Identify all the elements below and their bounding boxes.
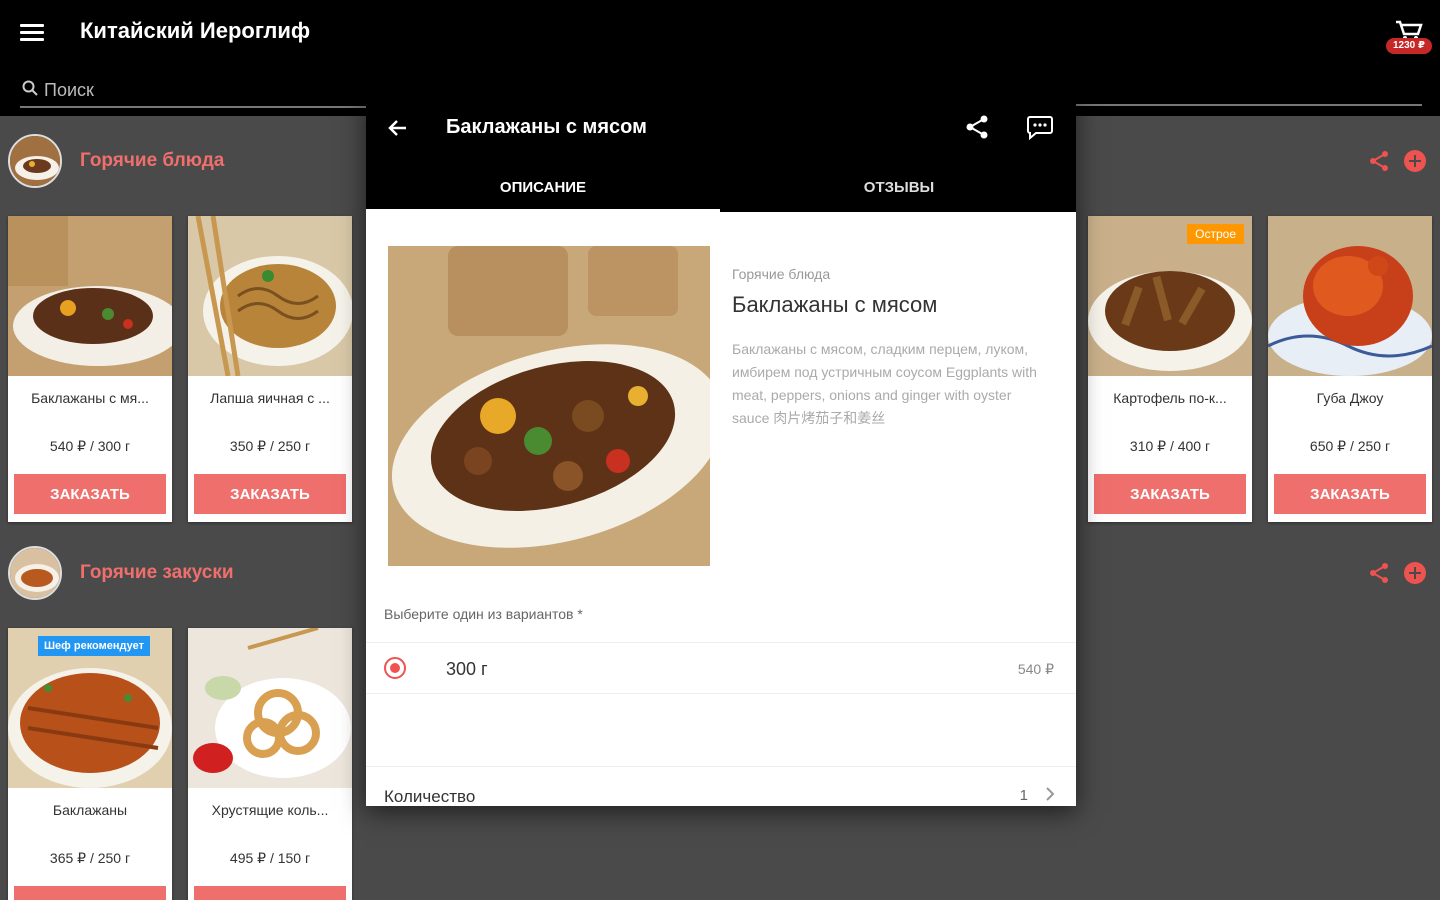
quantity-label: Количество (384, 787, 476, 806)
product-image (188, 216, 352, 376)
product-name: Лапша яичная с ... (210, 390, 330, 406)
variant-weight: 300 г (446, 659, 488, 679)
product-name: Баклажаны с мя... (31, 390, 149, 406)
variant-price: 540 ₽ (1017, 661, 1054, 677)
chef-recommends-badge: Шеф рекомендует (38, 636, 150, 656)
tab-reviews[interactable]: ОТЗЫВЫ (722, 168, 1076, 212)
product-price: 650 ₽ / 250 г (1309, 438, 1391, 454)
product-name: Хрустящие коль... (211, 802, 329, 818)
variant-label: Выберите один из вариантов * (384, 606, 583, 622)
cart-button[interactable]: 1230 ₽ (1384, 18, 1434, 58)
share-icon[interactable] (1368, 562, 1390, 584)
tab-description[interactable]: ОПИСАНИЕ (366, 168, 720, 212)
product-price: 310 ₽ / 400 г (1129, 438, 1211, 454)
variant-option[interactable]: 300 г 540 ₽ (366, 642, 1076, 694)
product-card[interactable]: Хрустящие коль... 495 ₽ / 150 г ЗАКАЗАТЬ (188, 628, 352, 900)
product-price: 365 ₽ / 250 г (49, 850, 131, 866)
product-name: Губа Джоу (1316, 390, 1384, 406)
section-title: Горячие закуски (80, 562, 234, 583)
chevron-right-icon (1046, 787, 1055, 801)
search-bar[interactable] (20, 76, 370, 108)
product-price: 350 ₽ / 250 г (229, 438, 311, 454)
product-image (8, 216, 172, 376)
product-name: Баклажаны (52, 802, 128, 818)
search-icon (22, 80, 38, 96)
back-arrow-icon[interactable] (386, 116, 410, 140)
order-button[interactable]: ЗАКАЗАТЬ (1094, 474, 1246, 514)
product-card[interactable]: Острое Картофель по-к... 310 ₽ / 400 г З… (1088, 216, 1252, 522)
product-dialog: Баклажаны с мясом ОПИСАНИЕ ОТЗЫВЫ Горячи… (366, 96, 1076, 806)
product-price: 540 ₽ / 300 г (49, 438, 131, 454)
section-avatar (8, 134, 62, 188)
radio-selected-icon[interactable] (384, 657, 406, 679)
quantity-row[interactable]: Количество 1 (366, 766, 1076, 806)
order-button[interactable]: ЗАКАЗАТЬ (194, 474, 346, 514)
order-button[interactable]: ЗАКАЗАТЬ (14, 886, 166, 900)
product-image (1268, 216, 1432, 376)
app-title: Китайский Иероглиф (80, 18, 311, 43)
product-card[interactable]: Баклажаны с мя... 540 ₽ / 300 г ЗАКАЗАТЬ (8, 216, 172, 522)
search-underline (1076, 104, 1422, 106)
dish-description: Баклажаны с мясом, сладким перцем, луком… (732, 341, 1037, 426)
product-card[interactable]: Шеф рекомендует Баклажаны 365 ₽ / 250 г … (8, 628, 172, 900)
add-circle-icon[interactable] (1404, 150, 1426, 172)
add-circle-icon[interactable] (1404, 562, 1426, 584)
share-icon[interactable] (964, 114, 990, 140)
order-button[interactable]: ЗАКАЗАТЬ (1274, 474, 1426, 514)
product-card[interactable]: Губа Джоу 650 ₽ / 250 г ЗАКАЗАТЬ (1268, 216, 1432, 522)
share-icon[interactable] (1368, 150, 1390, 172)
product-card[interactable]: Лапша яичная с ... 350 ₽ / 250 г ЗАКАЗАТ… (188, 216, 352, 522)
product-name: Картофель по-к... (1113, 390, 1227, 406)
cart-total-badge: 1230 ₽ (1386, 38, 1432, 54)
search-input[interactable] (44, 78, 364, 102)
product-image (188, 628, 352, 788)
dialog-header: Баклажаны с мясом ОПИСАНИЕ ОТЗЫВЫ (366, 96, 1076, 212)
section-title: Горячие блюда (80, 150, 225, 171)
dish-image (388, 246, 710, 566)
dish-category: Горячие блюда (732, 266, 831, 282)
dialog-title: Баклажаны с мясом (446, 116, 647, 138)
section-avatar (8, 546, 62, 600)
menu-icon[interactable] (20, 24, 44, 42)
order-button[interactable]: ЗАКАЗАТЬ (14, 474, 166, 514)
dish-name: Баклажаны с мясом (732, 292, 938, 317)
product-price: 495 ₽ / 150 г (229, 850, 311, 866)
chat-icon[interactable] (1026, 114, 1054, 140)
order-button[interactable]: ЗАКАЗАТЬ (194, 886, 346, 900)
quantity-value: 1 (1019, 787, 1028, 804)
spicy-badge: Острое (1187, 224, 1244, 244)
